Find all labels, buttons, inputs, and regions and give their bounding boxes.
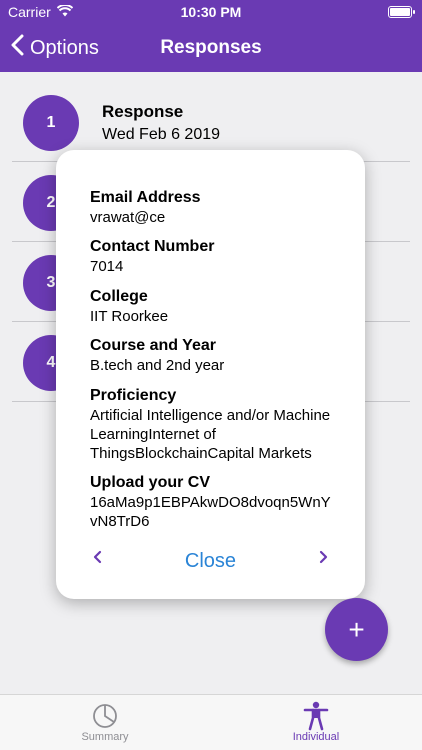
- field-value: B.tech and 2nd year: [90, 357, 225, 374]
- field-label: Proficiency: [90, 387, 177, 404]
- tab-label: Summary: [81, 731, 129, 743]
- response-title: Response: [102, 102, 184, 121]
- response-detail-popup: Email Address vrawat@ce Contact Number 7…: [56, 150, 365, 599]
- field-label: Course and Year: [90, 337, 216, 354]
- tab-individual[interactable]: Individual: [256, 701, 376, 743]
- battery-icon: [388, 6, 415, 18]
- field-label: Contact Number: [90, 238, 215, 255]
- field-label: Upload your CV: [90, 474, 211, 491]
- status-time: 10:30 PM: [180, 4, 242, 20]
- field-label: Email Address: [90, 189, 201, 206]
- chevron-right-icon: [317, 549, 329, 571]
- field-label: College: [90, 288, 148, 305]
- navigation-bar: Options Responses: [0, 24, 422, 72]
- list-item[interactable]: 1 Response Wed Feb 6 2019: [0, 72, 422, 162]
- proficiency-field: Proficiency Artificial Intelligence and/…: [90, 386, 350, 463]
- field-value: vrawat@ce: [90, 209, 166, 226]
- field-value: IIT Roorkee: [90, 308, 169, 325]
- college-field: College IIT Roorkee: [90, 287, 350, 326]
- tab-summary[interactable]: Summary: [45, 701, 165, 743]
- tab-label: Individual: [292, 731, 340, 743]
- contact-number-field: Contact Number 7014: [90, 237, 350, 276]
- add-response-button[interactable]: +: [325, 598, 388, 661]
- tab-bar: Summary Individual: [0, 694, 422, 750]
- cv-upload-field: Upload your CV 16aMa9p1EBPAkwDO8dvoqn5Wn…: [90, 473, 335, 531]
- plus-icon: +: [348, 613, 365, 645]
- person-icon: [256, 701, 376, 731]
- field-value: Artificial Intelligence and/or Machine L…: [90, 407, 331, 462]
- field-value: 16aMa9p1EBPAkwDO8dvoqn5WnYvN8TrD6: [90, 494, 331, 530]
- header: Carrier 10:30 PM Options Responses: [0, 0, 422, 72]
- status-bar: Carrier 10:30 PM: [0, 0, 422, 24]
- email-field: Email Address vrawat@ce: [90, 188, 350, 227]
- field-value: 7014: [90, 258, 124, 275]
- response-date: Wed Feb 6 2019: [102, 126, 221, 143]
- course-year-field: Course and Year B.tech and 2nd year: [90, 336, 350, 375]
- next-button[interactable]: [317, 548, 329, 572]
- page-title: Responses: [160, 37, 262, 58]
- pie-chart-icon: [45, 701, 165, 731]
- response-number-badge: 1: [23, 95, 79, 151]
